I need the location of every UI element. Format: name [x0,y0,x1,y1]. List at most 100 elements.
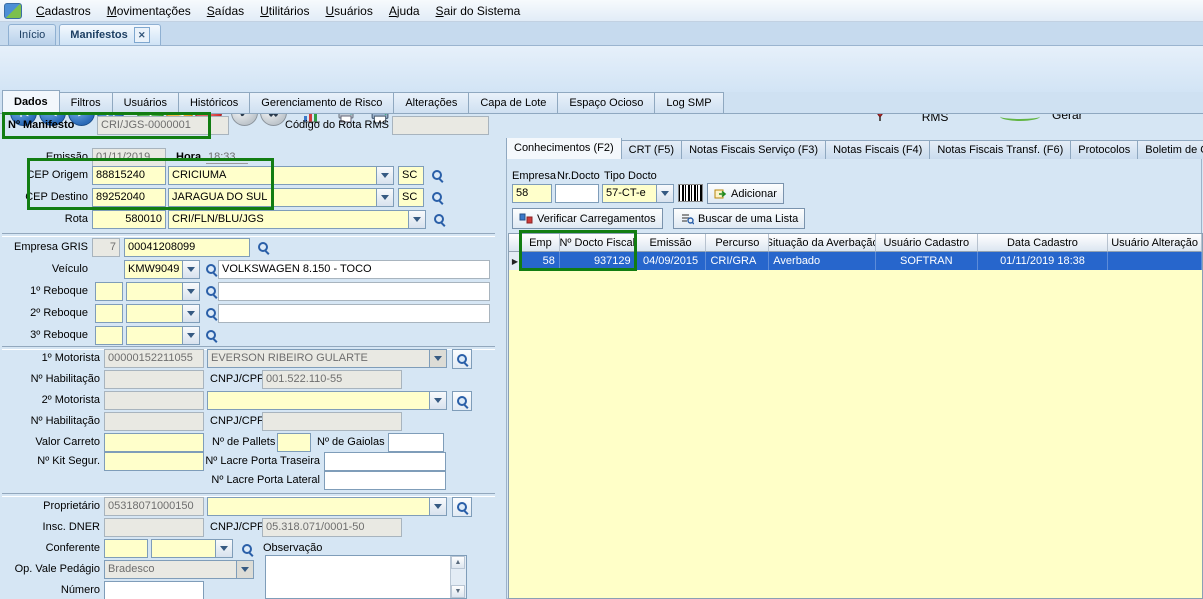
valor-carreto-input[interactable] [104,433,204,452]
lacre-traseira-input[interactable] [324,452,446,471]
motorista2-codigo-input[interactable] [104,391,204,410]
tab-nf[interactable]: Notas Fiscais (F4) [825,140,930,159]
cep-destino-search-button[interactable] [428,188,446,206]
grid-header-percurso[interactable]: Percurso [706,234,769,252]
cep-destino-city-select[interactable]: JARAGUA DO SUL [168,188,394,207]
observacao-textarea[interactable]: ▲ ▼ [265,555,467,599]
tipo-docto-select[interactable]: 57-CT-e [602,184,674,203]
grid-header-data-cadastro[interactable]: Data Cadastro [978,234,1109,252]
motorista2-select[interactable] [207,391,447,410]
grid-header-usuario-alteracao[interactable]: Usuário Alteração [1108,234,1202,252]
chevron-down-icon[interactable] [182,283,199,300]
tab-capa-lote[interactable]: Capa de Lote [468,92,558,113]
grid-row-selected[interactable]: ▶ 58 937129 04/09/2015 CRI/GRA Averbado … [509,252,1202,270]
menu-item-utilitarios[interactable]: Utilitários [253,2,316,20]
grid-header-situacao-averbacao[interactable]: Situação da Averbação [769,234,876,252]
chevron-down-icon[interactable] [408,211,425,228]
scroll-up-icon[interactable]: ▲ [451,556,465,569]
nr-docto-input[interactable] [555,184,599,203]
tab-dados[interactable]: Dados [2,90,60,113]
gaiolas-input[interactable] [388,433,444,452]
vale-pedagio-select[interactable]: Bradesco [104,560,254,579]
scroll-down-icon[interactable]: ▼ [451,585,465,598]
empresa-input[interactable]: 58 [512,184,552,203]
cnpj-cpf3-input[interactable]: 05.318.071/0001-50 [262,518,402,537]
lacre-lateral-input[interactable] [324,471,446,490]
cep-origem-input[interactable]: 88815240 [92,166,166,185]
close-icon[interactable]: ✕ [134,27,150,43]
conferente-input[interactable] [104,539,148,558]
pallets-input[interactable] [277,433,311,452]
reboque3-select[interactable] [126,326,200,345]
motorista2-search-button[interactable] [452,391,472,411]
cep-destino-input[interactable]: 89252040 [92,188,166,207]
tab-inicio[interactable]: Início [8,24,56,45]
tab-filtros[interactable]: Filtros [59,92,113,113]
grid-header-usuario-cadastro[interactable]: Usuário Cadastro [876,234,978,252]
cep-origem-uf-input[interactable]: SC [398,166,424,185]
insc-dner-input[interactable] [104,518,204,537]
habilitacao2-input[interactable] [104,412,204,431]
empresa-gris-search-button[interactable] [254,238,272,256]
motorista1-select[interactable]: EVERSON RIBEIRO GULARTE [207,349,447,368]
cep-destino-uf-input[interactable]: SC [398,188,424,207]
menu-item-ajuda[interactable]: Ajuda [382,2,427,20]
chevron-down-icon[interactable] [376,189,393,206]
reboque2-input[interactable] [95,304,123,323]
observacao-scrollbar[interactable]: ▲ ▼ [450,556,466,598]
adicionar-button[interactable]: Adicionar [707,183,784,204]
proprietario-select[interactable] [207,497,447,516]
motorista1-search-button[interactable] [452,349,472,369]
grid-header-emp[interactable]: Emp [522,234,560,252]
tab-nf-transf[interactable]: Notas Fiscais Transf. (F6) [929,140,1071,159]
reboque1-select[interactable] [126,282,200,301]
reboque1-input[interactable] [95,282,123,301]
cep-origem-search-button[interactable] [428,166,446,184]
proprietario-search-button[interactable] [452,497,472,517]
emissao-input[interactable]: 01/11/2019 [92,148,166,167]
codigo-rota-rms-input[interactable] [392,116,489,135]
tab-espaco-ocioso[interactable]: Espaço Ocioso [557,92,655,113]
chevron-down-icon[interactable] [182,261,199,278]
tab-gerenciamento-risco[interactable]: Gerenciamento de Risco [249,92,394,113]
tab-crt[interactable]: CRT (F5) [621,140,682,159]
proprietario-codigo-input[interactable]: 05318071000150 [104,497,204,516]
conferente-select[interactable] [151,539,233,558]
manifesto-input[interactable]: CRI/JGS-0000001 [97,116,229,135]
habilitacao1-input[interactable] [104,370,204,389]
empresa-gris-codigo-input[interactable]: 7 [92,238,120,257]
tab-manifestos[interactable]: Manifestos ✕ [59,24,160,45]
motorista1-codigo-input[interactable]: 00000152211055 [104,349,204,368]
tab-alteracoes[interactable]: Alterações [393,92,469,113]
chevron-down-icon[interactable] [215,540,232,557]
rota-select[interactable]: CRI/FLN/BLU/JGS [168,210,426,229]
cnpj-cpf1-input[interactable]: 001.522.110-55 [262,370,402,389]
cnpj-cpf2-input[interactable] [262,412,402,431]
tab-conhecimentos[interactable]: Conhecimentos (F2) [506,138,622,159]
rota-input[interactable]: 580010 [92,210,166,229]
chevron-down-icon[interactable] [182,305,199,322]
chevron-down-icon[interactable] [429,392,446,409]
grid-header-docto-fiscal[interactable]: Nº Docto Fiscal [560,234,636,252]
menu-item-sair[interactable]: Sair do Sistema [429,2,528,20]
grid-header-emissao[interactable]: Emissão [636,234,707,252]
veiculo-select[interactable]: KMW9049 [124,260,200,279]
conferente-search-button[interactable] [238,540,256,558]
empresa-gris-conta-input[interactable]: 00041208099 [124,238,250,257]
tab-protocolos[interactable]: Protocolos [1070,140,1138,159]
chevron-down-icon[interactable] [236,561,253,578]
reboque3-input[interactable] [95,326,123,345]
buscar-lista-button[interactable]: Buscar de uma Lista [673,208,805,229]
numero-input[interactable] [104,581,204,599]
tab-usuarios[interactable]: Usuários [112,92,179,113]
tab-boletim-ocorrencia[interactable]: Boletim de Ocorrên [1137,140,1203,159]
cep-origem-city-select[interactable]: CRICIUMA [168,166,394,185]
menu-item-saidas[interactable]: Saídas [200,2,251,20]
chevron-down-icon[interactable] [376,167,393,184]
rota-search-button[interactable] [430,210,448,228]
menu-item-cadastros[interactable]: Cadastros [29,2,98,20]
barcode-icon[interactable] [678,184,703,202]
tab-log-smp[interactable]: Log SMP [654,92,723,113]
verificar-carregamentos-button[interactable]: Verificar Carregamentos [512,208,663,229]
kit-segur-input[interactable] [104,452,204,471]
